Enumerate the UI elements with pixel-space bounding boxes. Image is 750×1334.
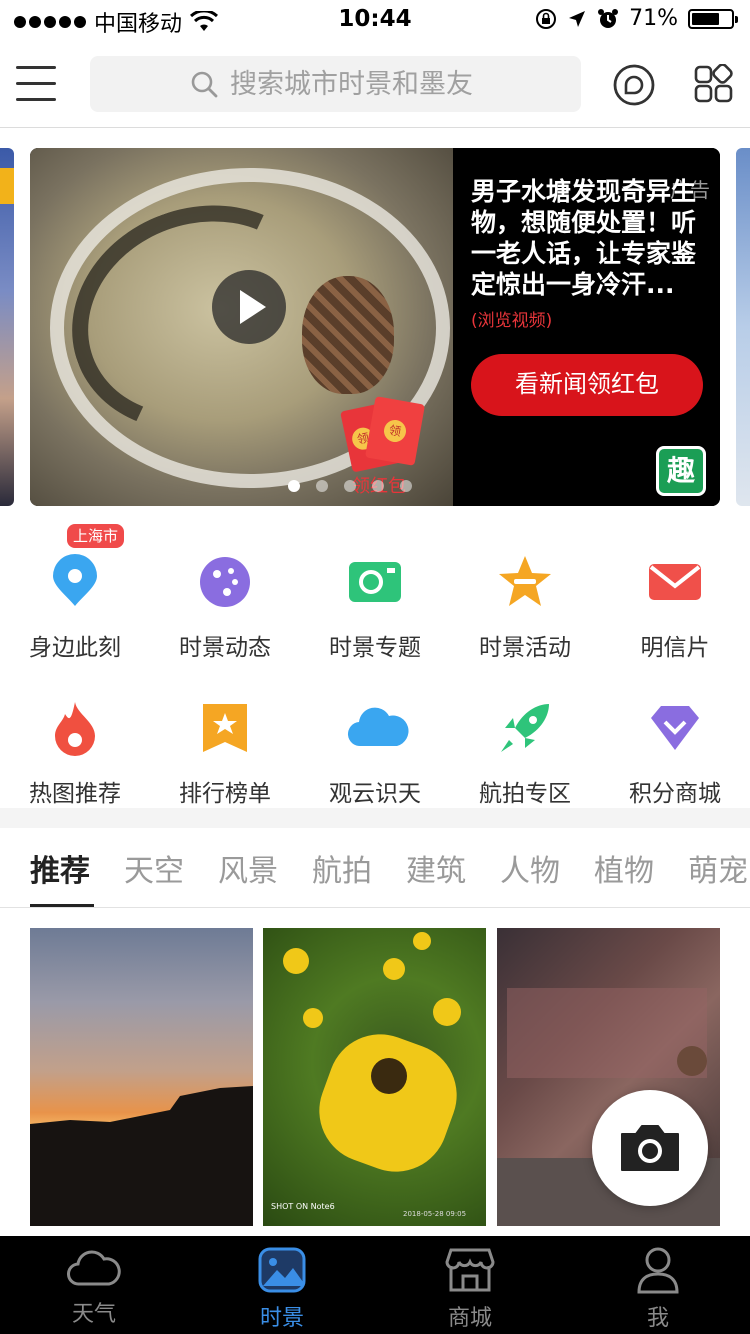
picture-tab-icon [258,1247,306,1293]
brand-badge-icon: 趣 [656,446,706,496]
quick-link-label: 明信片 [640,635,710,661]
ad-subtext: (浏览视频) [471,311,553,331]
battery-icon [688,8,738,29]
envelope-icon [647,554,703,610]
pager-dot [316,480,328,492]
tab-recommend[interactable]: 推荐 [30,846,90,890]
tab-label: 时景 [259,1306,304,1331]
rocket-icon [497,700,553,756]
active-tab-indicator [30,904,94,907]
location-pin-icon [47,554,103,610]
grid-icon[interactable] [694,64,734,104]
person-tab-icon [637,1247,679,1294]
photo-watermark: SHOT ON Note6 [271,1202,335,1211]
red-packet-coin-2: 领 [382,418,408,444]
quick-link-label: 时景动态 [179,635,271,661]
tab-label: 我 [646,1306,669,1331]
star-badge-icon [497,554,553,610]
quick-link-aerial[interactable]: 航拍专区 [450,700,600,808]
camera-frame-icon [347,554,403,610]
palette-icon [197,554,253,610]
cloud-icon [347,700,409,756]
tab-me[interactable]: 我 [564,1246,750,1332]
ad-banner[interactable]: 领 领 领红包 广告 男子水塘发现奇异生物，想随便处置！听一老人话，让专家鉴定惊… [30,148,720,506]
pager-dot [288,480,300,492]
quick-link-nearby[interactable]: 身边此刻 [0,554,150,662]
pager-dot [400,480,412,492]
tab-store[interactable]: 商城 [376,1246,564,1332]
chat-icon[interactable] [612,63,656,107]
diamond-icon [647,700,703,756]
status-bar: 中国移动 10:44 71% [0,0,750,40]
category-tabs: 推荐 天空 风景 航拍 建筑 人物 植物 萌宠 [0,828,750,908]
top-header [0,40,750,128]
quick-link-events[interactable]: 时景活动 [450,554,600,662]
tab-architecture[interactable]: 建筑 [406,846,466,890]
quick-link-label: 排行榜单 [179,781,271,807]
claim-red-packet-button[interactable]: 看新闻领红包 [471,354,703,416]
search-icon [191,71,218,98]
tab-aerial[interactable]: 航拍 [312,846,372,890]
tab-people[interactable]: 人物 [500,846,560,890]
section-divider [0,808,750,828]
quick-link-clouds[interactable]: 观云识天 [300,700,450,808]
next-banner-peek[interactable] [736,148,750,506]
photo-card-flower[interactable]: SHOT ON Note6 2018-05-28 09:05 [263,928,486,1226]
tab-sky[interactable]: 天空 [124,846,184,890]
flame-icon [47,700,103,756]
tab-scenes[interactable]: 时景 [188,1246,376,1332]
quick-link-feed[interactable]: 时景动态 [150,554,300,662]
quick-link-topics[interactable]: 时景专题 [300,554,450,662]
quick-link-label: 时景活动 [479,635,571,661]
photo-card-sunset[interactable] [30,928,253,1226]
quick-link-label: 航拍专区 [479,781,571,807]
pager-dot [344,480,356,492]
location-arrow-icon [569,10,586,27]
pager-dot [372,480,384,492]
banner-carousel[interactable]: 领 领 领红包 广告 男子水塘发现奇异生物，想随便处置！听一老人话，让专家鉴定惊… [0,148,750,506]
photo-date-stamp: 2018-05-28 09:05 [403,1210,467,1218]
store-tab-icon [445,1248,495,1292]
location-badge: 上海市 [67,524,125,548]
ranking-star-icon [197,700,253,756]
tab-scenery[interactable]: 风景 [218,846,278,890]
tab-plants[interactable]: 植物 [594,846,654,890]
alarm-icon [598,8,619,28]
carousel-pager [288,480,412,492]
search-input[interactable] [230,64,560,104]
tab-label: 商城 [447,1306,492,1331]
tab-pets[interactable]: 萌宠 [688,846,748,890]
quick-link-label: 积分商城 [629,781,721,807]
quick-link-postcard[interactable]: 明信片 [600,554,750,662]
quick-link-points-mall[interactable]: 积分商城 [600,700,750,808]
quick-link-label: 身边此刻 [29,635,121,661]
ad-text-panel: 广告 男子水塘发现奇异生物，想随便处置！听一老人话，让专家鉴定惊出一身冷汗...… [453,148,720,506]
ad-headline[interactable]: 男子水塘发现奇异生物，想随便处置！听一老人话，让专家鉴定惊出一身冷汗... [471,176,711,300]
rotation-lock-icon [536,8,557,29]
battery-level [692,12,719,25]
quick-link-label: 热图推荐 [29,781,121,807]
cloud-tab-icon [67,1250,121,1286]
camera-upload-button[interactable] [592,1090,708,1206]
quick-link-hot[interactable]: 热图推荐 [0,700,150,808]
play-icon[interactable] [212,270,286,344]
banner-video-thumbnail[interactable]: 领 领 领红包 [30,148,453,506]
quick-link-label: 观云识天 [329,781,421,807]
prev-banner-peek[interactable] [0,148,14,506]
menu-icon[interactable] [16,66,56,102]
camera-icon [621,1125,679,1171]
status-right: 71% [535,6,738,31]
bottom-tab-bar: 天气 时景 商城 我 [0,1236,750,1334]
quick-link-ranking[interactable]: 排行榜单 [150,700,300,808]
tab-weather[interactable]: 天气 [0,1246,188,1328]
tab-label: 天气 [71,1302,116,1327]
quick-link-label: 时景专题 [329,635,421,661]
battery-percent: 71% [629,6,678,31]
search-bar[interactable] [90,56,581,112]
